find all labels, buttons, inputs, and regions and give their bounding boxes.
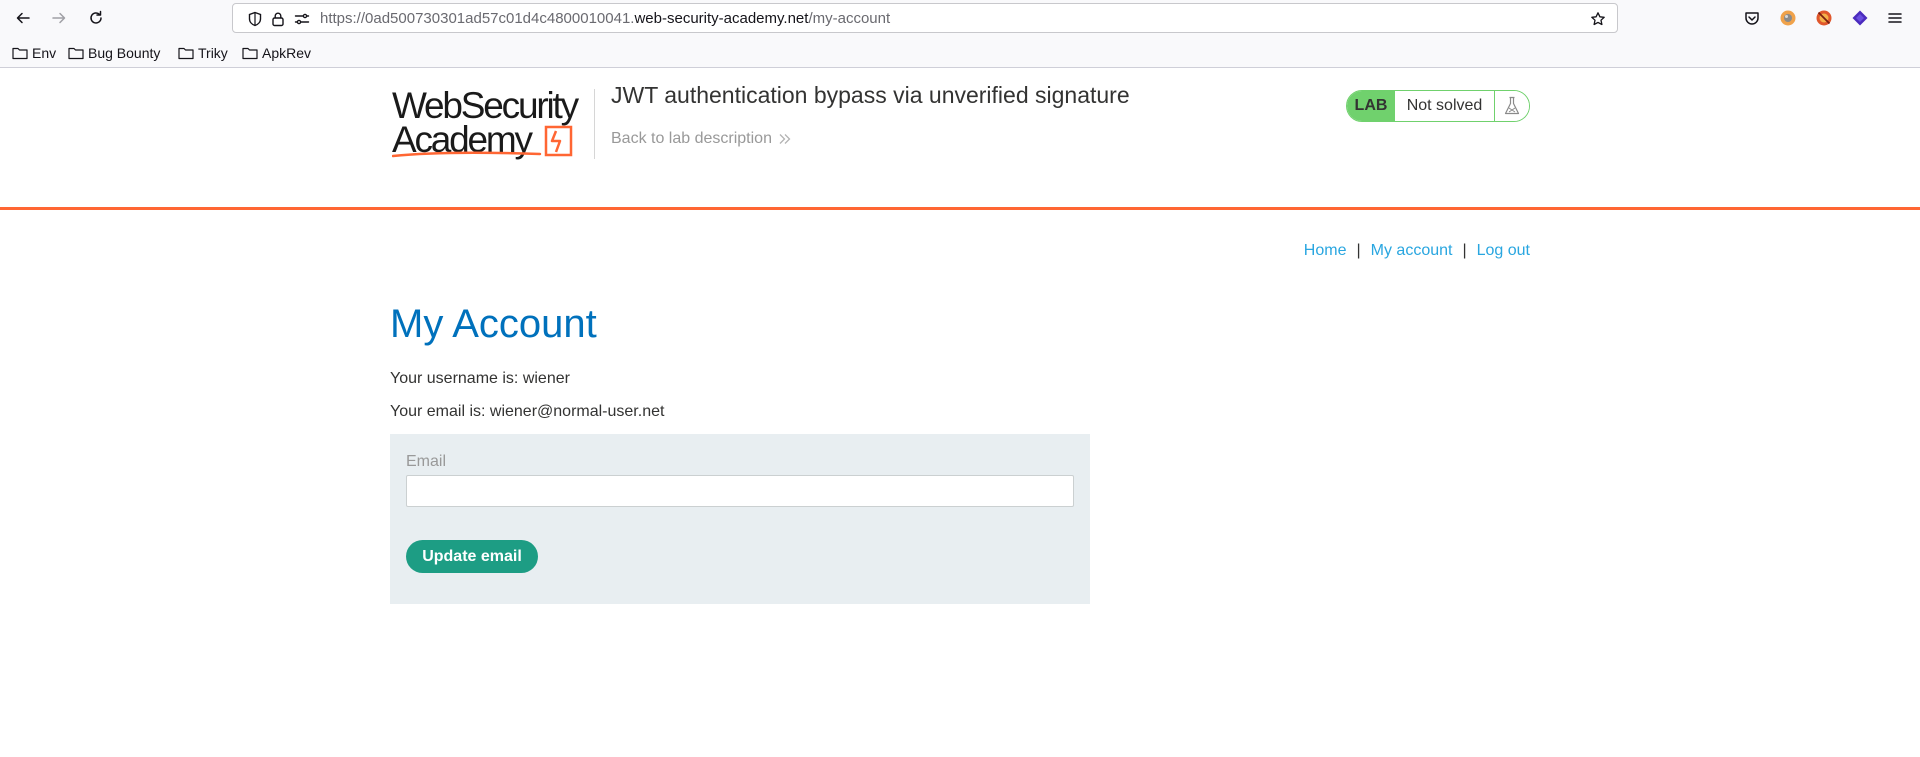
folder-icon — [242, 47, 258, 60]
browser-toolbar: https://0ad500730301ad57c01d4c4800010041… — [0, 0, 1920, 36]
username-text: Your username is: wiener — [390, 370, 570, 387]
lab-state-text: Not solved — [1395, 91, 1495, 121]
bookmark-label: ApkRev — [262, 45, 312, 61]
shield-icon[interactable] — [246, 10, 264, 28]
bookmark-env[interactable]: Env — [12, 44, 56, 62]
nav-home-link[interactable]: Home — [1304, 242, 1347, 259]
nav-separator: | — [1356, 242, 1361, 259]
logo-lightning-box-icon — [544, 125, 573, 157]
url-path: /my-account — [808, 10, 891, 27]
star-icon[interactable] — [1589, 10, 1607, 28]
reload-icon — [90, 10, 102, 24]
email-label: Email — [406, 453, 447, 470]
lock-icon[interactable] — [269, 10, 287, 28]
folder-icon — [68, 47, 84, 60]
top-navigation: Home | My account | Log out — [1100, 242, 1530, 260]
bookmark-apkrev[interactable]: ApkRev — [242, 44, 311, 62]
url-host: web-security-academy.net — [634, 10, 809, 27]
forward-button[interactable] — [47, 6, 71, 30]
bookmark-bug-bounty[interactable]: Bug Bounty — [68, 44, 160, 62]
page-title: My Account — [390, 302, 597, 346]
url-text[interactable]: https://0ad500730301ad57c01d4c4800010041… — [320, 10, 890, 28]
bookmark-triky[interactable]: Triky — [178, 44, 228, 62]
reload-button[interactable] — [84, 6, 108, 30]
extension-blocker-icon[interactable] — [1815, 9, 1833, 27]
bookmark-label: Env — [32, 45, 57, 61]
email-text: Your email is: wiener@normal-user.net — [390, 403, 665, 420]
lab-header: WebSecurity Academy JWT authentication b… — [0, 69, 1920, 210]
logo-underline-icon — [392, 151, 542, 158]
back-to-lab-description-link[interactable]: Back to lab description — [611, 130, 792, 148]
hamburger-menu-icon[interactable] — [1886, 9, 1904, 27]
back-link-label: Back to lab description — [611, 130, 772, 147]
url-prefix: https://0ad500730301ad57c01d4c4800010041… — [320, 10, 635, 27]
header-divider — [594, 89, 595, 159]
lab-flask-button[interactable] — [1495, 91, 1529, 121]
extension-orange-icon[interactable] — [1779, 9, 1797, 27]
address-bar[interactable]: https://0ad500730301ad57c01d4c4800010041… — [232, 3, 1618, 33]
pocket-icon[interactable] — [1743, 9, 1761, 27]
nav-log-out-link[interactable]: Log out — [1477, 242, 1530, 259]
lab-title: JWT authentication bypass via unverified… — [611, 82, 1130, 108]
folder-icon — [12, 47, 28, 60]
bookmark-label: Triky — [198, 45, 228, 61]
update-email-button[interactable]: Update email — [406, 540, 538, 573]
flask-icon — [1504, 96, 1520, 115]
bookmark-label: Bug Bounty — [88, 45, 161, 61]
permissions-icon[interactable] — [293, 10, 311, 28]
lab-status-widget: LAB Not solved — [1346, 90, 1530, 122]
back-button[interactable] — [11, 6, 35, 30]
web-security-academy-logo[interactable]: WebSecurity Academy — [392, 87, 592, 163]
nav-my-account-link[interactable]: My account — [1371, 242, 1453, 259]
folder-icon — [178, 47, 194, 60]
lab-badge: LAB — [1347, 91, 1395, 121]
bookmarks-bar: Env Bug Bounty Triky ApkRev — [0, 36, 1920, 68]
arrow-left-icon — [16, 12, 30, 24]
extension-purple-icon[interactable] — [1851, 9, 1869, 27]
double-chevron-right-icon — [779, 134, 791, 144]
change-email-form: Email Update email — [390, 434, 1090, 604]
arrow-right-icon — [52, 12, 66, 24]
email-input[interactable] — [406, 475, 1074, 507]
nav-separator: | — [1462, 242, 1467, 259]
